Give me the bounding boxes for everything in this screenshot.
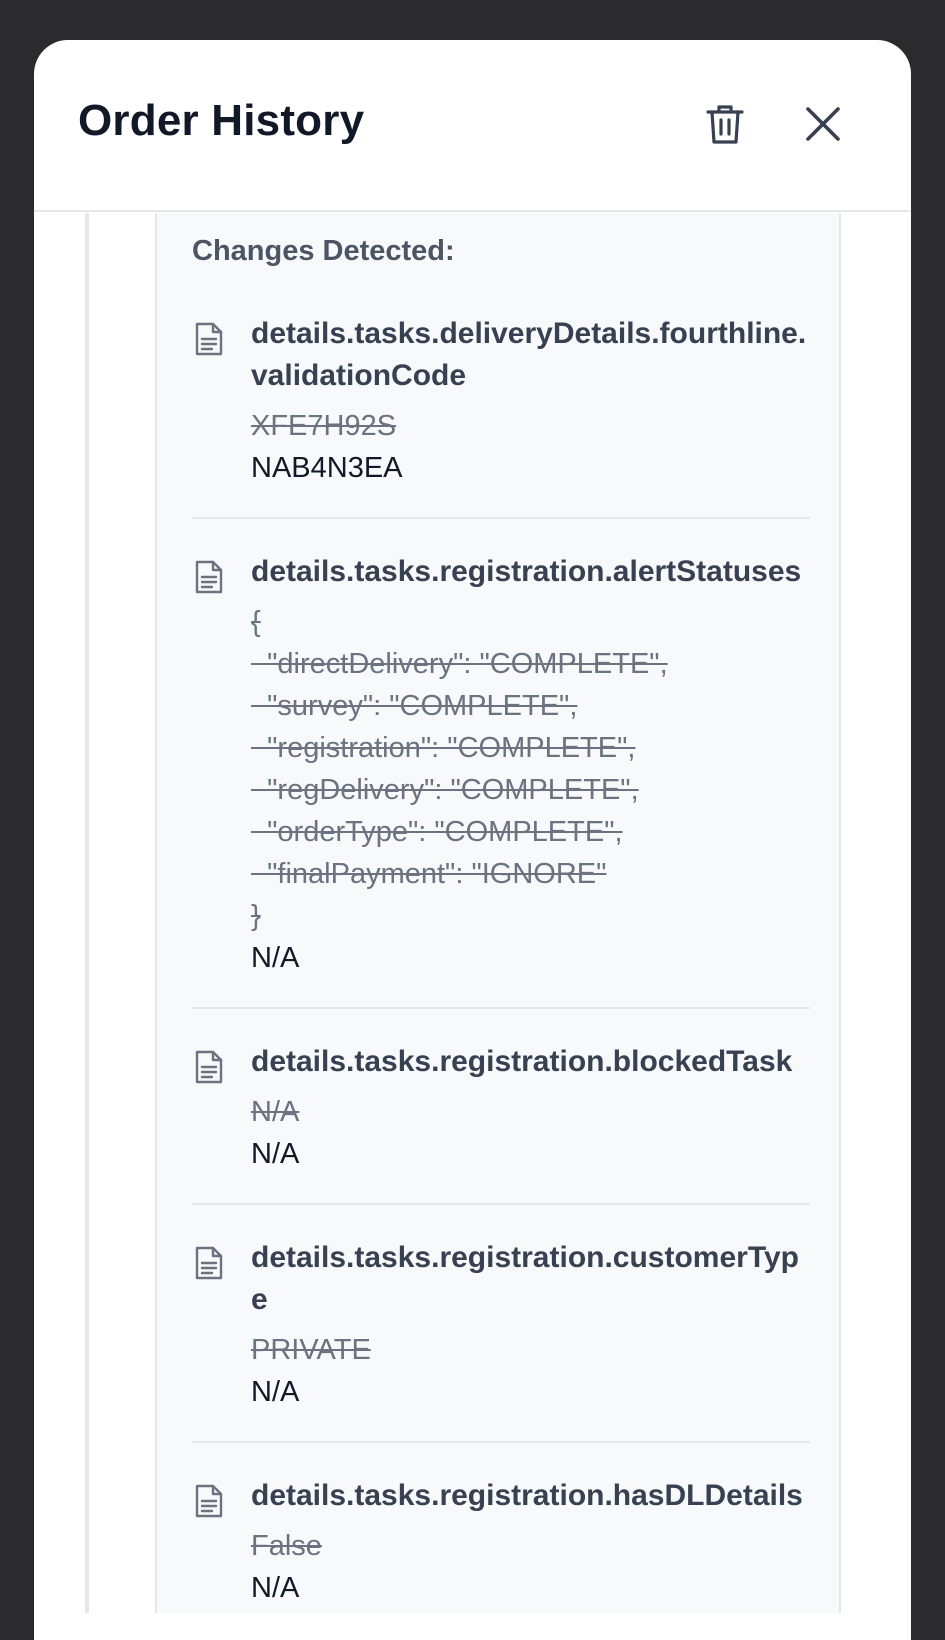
old-value: { "directDelivery": "COMPLETE", "survey"…: [251, 606, 668, 932]
change-item: details.tasks.registration.customerType …: [192, 1235, 810, 1443]
document-icon: [195, 322, 223, 356]
field-path: details.tasks.registration.hasDLDetails: [251, 1479, 803, 1512]
old-value: False: [251, 1530, 322, 1562]
new-value: N/A: [251, 1572, 300, 1604]
modal-title: Order History: [78, 96, 365, 145]
order-history-modal: Order History Changes Detected: details.…: [34, 40, 911, 1640]
field-path: details.tasks.registration.customerType: [251, 1241, 799, 1316]
new-value: N/A: [251, 1138, 300, 1170]
trash-icon: [706, 105, 744, 144]
field-path: details.tasks.registration.alertStatuses: [251, 555, 802, 588]
document-icon: [195, 1246, 223, 1280]
close-icon: [806, 107, 840, 141]
close-button[interactable]: [799, 100, 847, 148]
field-path: details.tasks.registration.blockedTask: [251, 1045, 793, 1078]
changes-card: Changes Detected: details.tasks.delivery…: [155, 213, 841, 1613]
new-value: N/A: [251, 1376, 300, 1408]
new-value: N/A: [251, 942, 300, 974]
change-list: details.tasks.deliveryDetails.fourthline…: [192, 311, 810, 1640]
document-icon: [195, 560, 223, 594]
change-item: details.tasks.registration.blockedTask N…: [192, 1039, 810, 1205]
change-item: details.tasks.registration.alertStatuses…: [192, 549, 810, 1009]
delete-button[interactable]: [701, 100, 749, 148]
modal-header: Order History: [34, 40, 911, 212]
document-icon: [195, 1050, 223, 1084]
change-item: details.tasks.deliveryDetails.fourthline…: [192, 311, 810, 519]
change-item: details.tasks.registration.hasDLDetails …: [192, 1473, 810, 1637]
changes-heading: Changes Detected:: [192, 235, 455, 267]
old-value: PRIVATE: [251, 1334, 371, 1366]
old-value: XFE7H92S: [251, 410, 397, 442]
old-value: N/A: [251, 1096, 300, 1128]
document-icon: [195, 1484, 223, 1518]
modal-body[interactable]: Changes Detected: details.tasks.delivery…: [34, 213, 911, 1613]
timeline-line: [85, 213, 89, 1613]
new-value: NAB4N3EA: [251, 452, 403, 484]
field-path: details.tasks.deliveryDetails.fourthline…: [251, 317, 807, 392]
